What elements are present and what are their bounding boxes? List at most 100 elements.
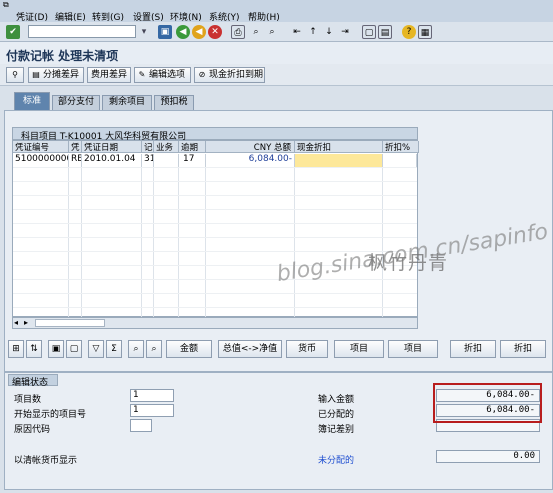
col-business-area[interactable]: 业务: [154, 141, 179, 153]
grid-row-line: [13, 181, 417, 182]
cell-doc-date[interactable]: 2010.01.04: [82, 154, 142, 167]
overview-button[interactable]: ⚲: [6, 67, 24, 83]
tab-strip: 标准 部分支付 剩余项目 预扣税: [0, 92, 553, 110]
cell-total-amount[interactable]: 6,084.00-: [206, 154, 295, 167]
print-icon[interactable]: ⎙: [231, 25, 245, 39]
grid-line: [382, 167, 383, 317]
reason-code-field[interactable]: [130, 419, 152, 432]
currency-button[interactable]: 货币: [286, 340, 328, 358]
enter-check-icon[interactable]: ✔: [6, 25, 20, 39]
grid-line: [153, 167, 154, 317]
col-discount-pct[interactable]: 折扣%: [383, 141, 419, 153]
gross-net-label: 总值<->净值: [222, 344, 278, 354]
scroll-thumb[interactable]: [35, 319, 105, 327]
split-difference-label: 分摊差异: [43, 70, 80, 80]
deactivate-items-button[interactable]: 项目: [388, 340, 438, 358]
cash-discount-due-button[interactable]: ⊘ 现金折扣到期: [194, 67, 265, 83]
first-item-field[interactable]: 1: [130, 404, 174, 417]
editing-status-caption: 编辑状态: [8, 374, 58, 388]
shortcut-icon[interactable]: ▤: [378, 25, 392, 39]
deselect-all-icon[interactable]: ▢: [66, 340, 82, 358]
col-posting-key[interactable]: 记: [142, 141, 154, 153]
tab-partial-payment[interactable]: 部分支付: [52, 95, 100, 110]
col-doc-number[interactable]: 凭证编号: [13, 141, 69, 153]
grid-row-line: [13, 209, 417, 210]
help-icon[interactable]: ?: [402, 25, 416, 39]
grid-row-line: [13, 195, 417, 196]
grid-row-line: [13, 279, 417, 280]
grid-row-line: [13, 307, 417, 308]
save-icon[interactable]: ▣: [158, 25, 172, 39]
horizontal-scrollbar[interactable]: ◂ ▸: [12, 317, 418, 329]
menu-bar: 凭证(D) 编辑(E) 转到(G) 设置(S) 环境(N) 系统(Y) 帮助(H…: [0, 9, 553, 23]
find-next-icon[interactable]: ⌕: [265, 25, 279, 39]
expense-difference-button[interactable]: 费用差异: [87, 67, 131, 83]
grid-line: [81, 167, 82, 317]
window-top-strip: ⧉: [0, 0, 553, 9]
cell-doc-type[interactable]: RE: [69, 154, 82, 167]
no-entry-icon: ⊘: [198, 70, 206, 79]
select-all-icon[interactable]: ▣: [48, 340, 64, 358]
detail-icon[interactable]: ⊞: [8, 340, 24, 358]
cell-cash-discount[interactable]: [295, 154, 383, 167]
col-cash-discount[interactable]: 现金折扣: [295, 141, 383, 153]
item-count-field[interactable]: 1: [130, 389, 174, 402]
split-difference-button[interactable]: ▤ 分摊差异: [28, 67, 84, 83]
sort-icon[interactable]: ⇅: [26, 340, 42, 358]
col-doc-date[interactable]: 凭证日期: [82, 141, 142, 153]
col-overdue[interactable]: 逾期: [179, 141, 206, 153]
activate-items-button[interactable]: 项目: [334, 340, 384, 358]
find-icon[interactable]: ⌕: [249, 25, 263, 39]
layout-icon[interactable]: ▦: [418, 25, 432, 39]
tab-residual-items[interactable]: 剩余项目: [102, 95, 152, 110]
split-icon: ▤: [32, 70, 40, 79]
difference-label: 簿记差别: [318, 425, 355, 435]
pencil-icon: ✎: [138, 70, 146, 79]
currency-label: 货币: [297, 344, 316, 354]
search-icon[interactable]: ⌕: [128, 340, 144, 358]
open-items-table: 凭证编号 凭 凭证日期 记 业务 逾期 CNY 总额 现金折扣 折扣% 5100…: [12, 140, 419, 317]
entered-amount-label: 输入金额: [318, 395, 355, 405]
grid-row-line: [13, 223, 417, 224]
amount-button[interactable]: 金额: [166, 340, 212, 358]
cell-doc-number[interactable]: 5100000000: [13, 154, 69, 167]
new-session-icon[interactable]: ▢: [362, 25, 376, 39]
unassigned-label: 未分配的: [318, 456, 355, 466]
filter-icon[interactable]: ▽: [88, 340, 104, 358]
prev-page-icon[interactable]: ↑: [306, 25, 320, 39]
cell-discount-pct[interactable]: [383, 154, 417, 167]
activate-items-label: 项目: [349, 344, 368, 354]
expense-difference-label: 费用差异: [91, 70, 128, 80]
activate-discount-button[interactable]: 折扣: [450, 340, 496, 358]
deactivate-discount-button[interactable]: 折扣: [500, 340, 546, 358]
page-title: 付款记帐 处理未清项: [0, 42, 553, 64]
back-icon[interactable]: ◀: [176, 25, 190, 39]
col-total-amount[interactable]: CNY 总额: [206, 141, 295, 153]
first-item-label: 开始显示的项目号: [14, 410, 87, 420]
tab-withholding-tax[interactable]: 预扣税: [154, 95, 194, 110]
first-page-icon[interactable]: ⇤: [290, 25, 304, 39]
search-next-icon[interactable]: ⌕: [146, 340, 162, 358]
scroll-right-icon[interactable]: ▸: [24, 318, 28, 327]
grid-caption: 科目项目 T-K10001 大风华科贸有限公司: [12, 127, 418, 142]
cell-posting-key[interactable]: 31: [142, 154, 154, 167]
edit-options-button[interactable]: ✎ 编辑选项: [134, 67, 191, 83]
dropdown-icon[interactable]: ▾: [137, 25, 151, 39]
next-page-icon[interactable]: ↓: [322, 25, 336, 39]
gross-net-button[interactable]: 总值<->净值: [218, 340, 282, 358]
cell-business-area[interactable]: [154, 154, 179, 167]
deactivate-discount-label: 折扣: [513, 344, 532, 354]
col-doc-type[interactable]: 凭: [69, 141, 82, 153]
cancel-icon[interactable]: ✕: [208, 25, 222, 39]
sum-icon[interactable]: Σ: [106, 340, 122, 358]
reason-code-label: 原因代码: [14, 425, 51, 435]
grid-line: [294, 167, 295, 317]
exit-icon[interactable]: ◀: [192, 25, 206, 39]
command-field[interactable]: [28, 25, 136, 38]
grid-line: [141, 167, 142, 317]
cell-overdue[interactable]: 17: [179, 154, 206, 167]
tab-standard[interactable]: 标准: [14, 92, 50, 110]
last-page-icon[interactable]: ⇥: [338, 25, 352, 39]
scroll-left-icon[interactable]: ◂: [14, 318, 18, 327]
item-count-label: 项目数: [14, 395, 42, 405]
